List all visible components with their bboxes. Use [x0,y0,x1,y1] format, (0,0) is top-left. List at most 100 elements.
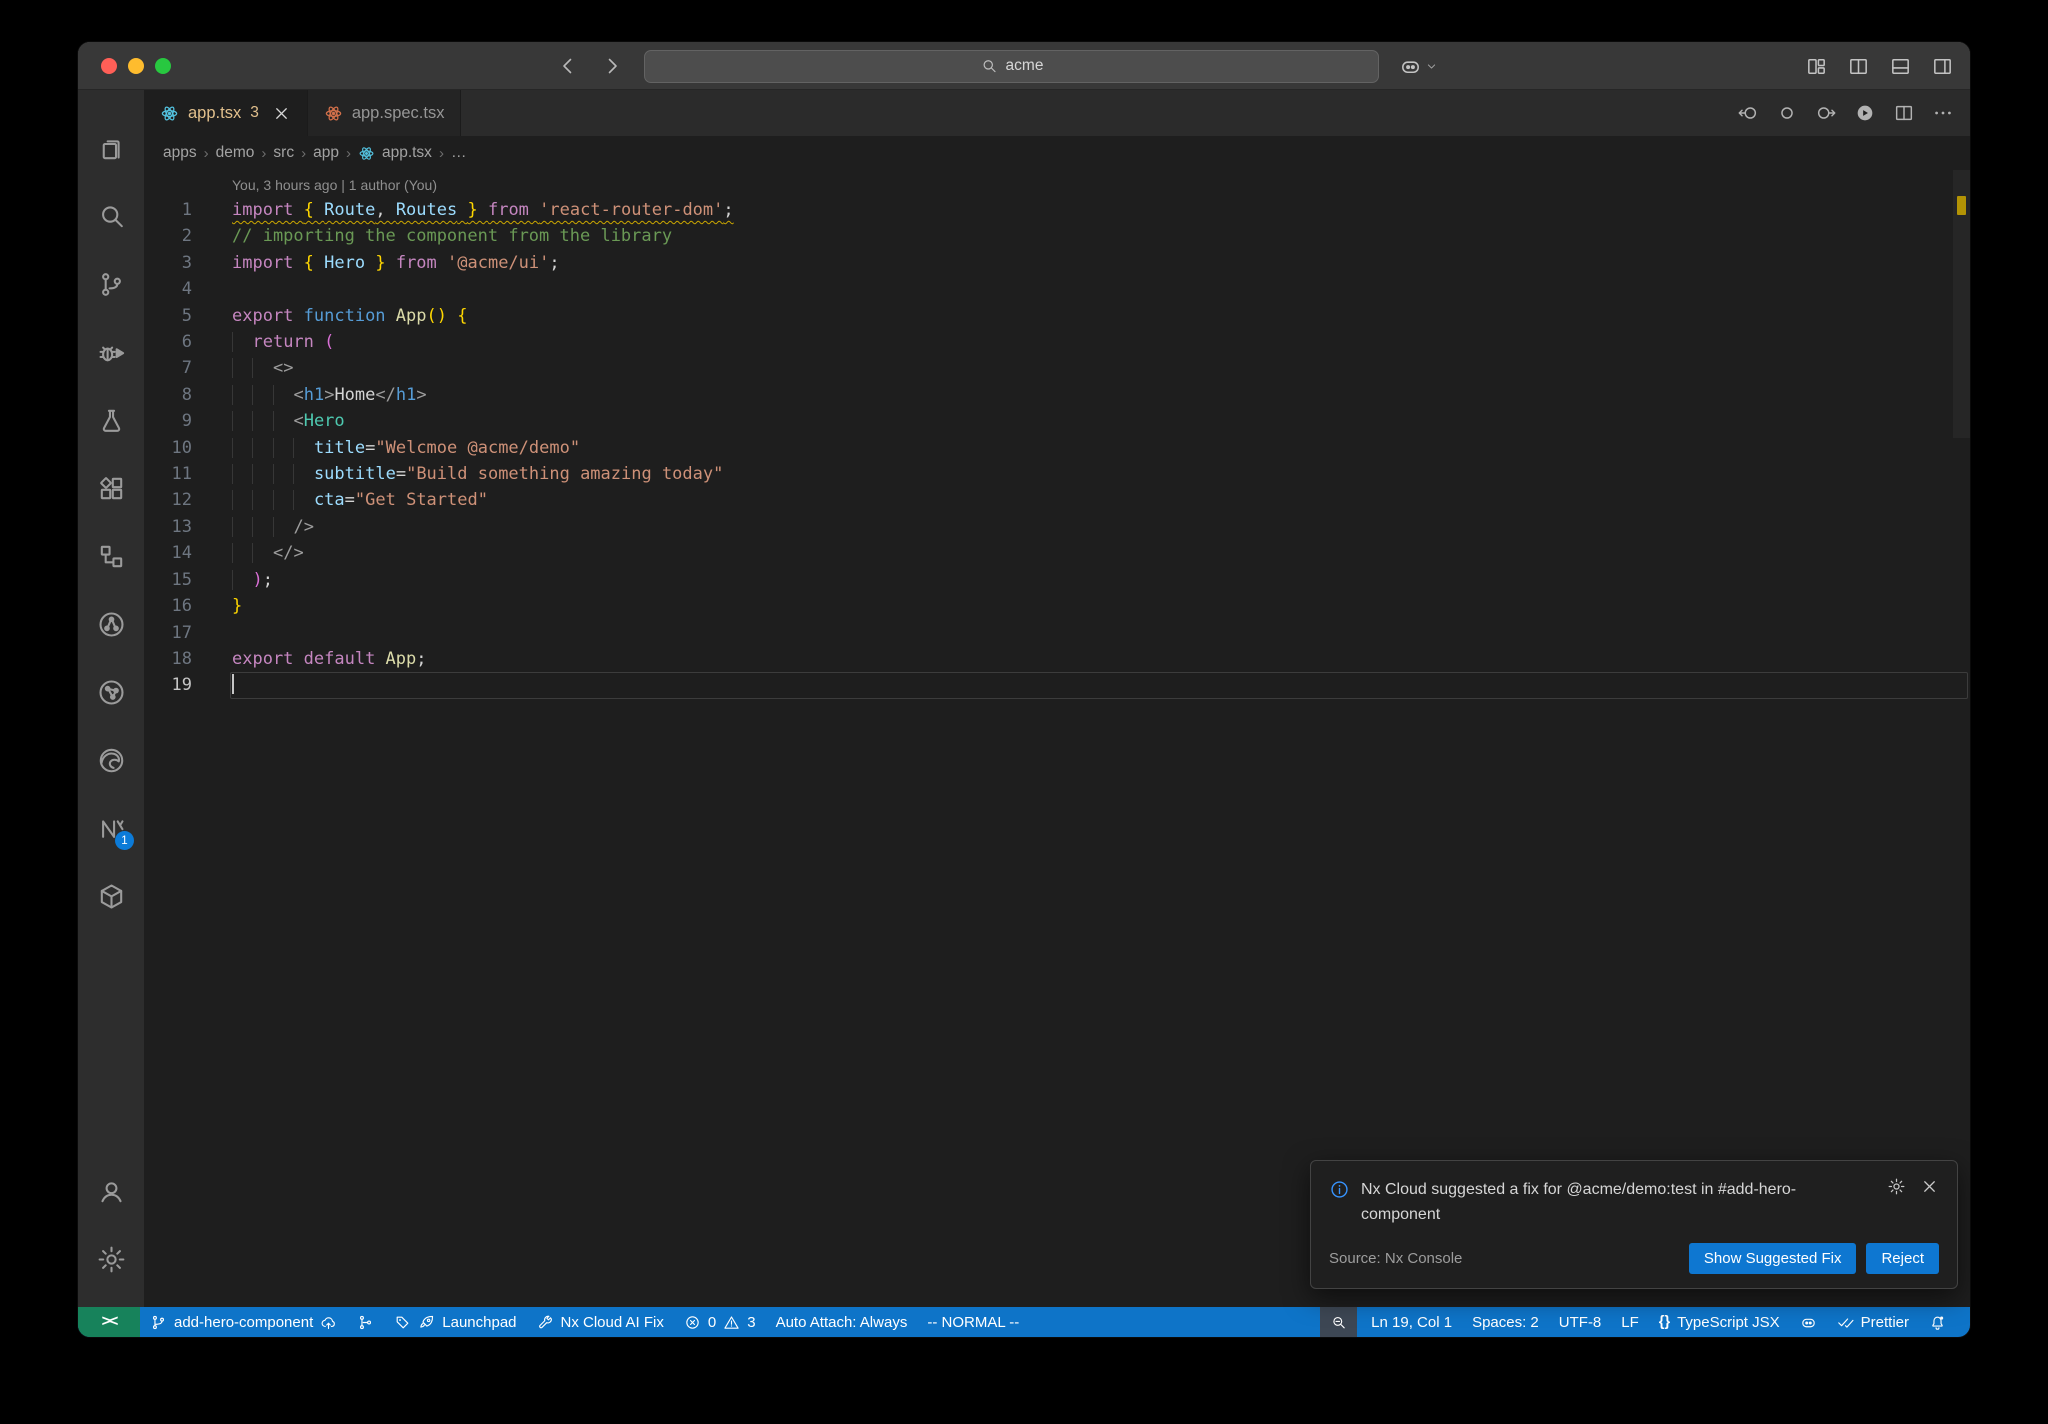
activity-item-beaker[interactable] [78,386,144,454]
cursor-position-item[interactable]: Ln 19, Col 1 [1361,1307,1462,1337]
activity-item-task-graph[interactable] [78,658,144,726]
code-line-13[interactable]: 13 /> [144,514,1970,540]
code-line-10[interactable]: 10 title="Welcmoe @acme/demo" [144,435,1970,461]
code-line-5[interactable]: 5 export function App() { [144,303,1970,329]
split-editor-icon[interactable] [1893,102,1915,124]
editor-scrollbar[interactable] [1953,170,1970,1307]
toggle-secondary-sidebar-icon[interactable] [1931,55,1954,78]
code-line-16[interactable]: 16} [144,593,1970,619]
launchpad-item[interactable]: Launchpad [384,1307,526,1337]
nav-forward-icon[interactable] [600,54,624,78]
zoom-status-item[interactable] [1320,1307,1358,1337]
encoding-item[interactable]: UTF-8 [1549,1307,1612,1337]
line-number[interactable]: 14 [144,540,192,566]
line-number[interactable]: 19 [144,672,192,698]
activity-item-account[interactable] [78,1157,144,1225]
close-window-button[interactable] [101,57,117,74]
code-line-1[interactable]: 1 import { Route, Routes } from 'react-ro… [144,197,1970,223]
command-center-search[interactable]: acme [644,49,1380,83]
auto-attach-item[interactable]: Auto Attach: Always [766,1307,918,1337]
line-number[interactable]: 3 [144,250,192,276]
line-number[interactable]: 4 [144,276,192,302]
code-line-2[interactable]: 2 // importing the component from the lib… [144,223,1970,249]
activity-item-debug[interactable] [78,318,144,386]
formatter-item[interactable]: Prettier [1827,1307,1919,1337]
activity-item-project-graph[interactable] [78,590,144,658]
indentation-item[interactable]: Spaces: 2 [1462,1307,1549,1337]
line-number[interactable]: 1 [144,197,192,223]
copilot-menu[interactable] [1399,55,1439,78]
minimize-window-button[interactable] [128,57,144,74]
gear-icon[interactable] [1887,1177,1906,1196]
code-line-19[interactable]: 19 [144,672,1970,700]
line-number[interactable]: 7 [144,355,192,381]
breadcrumb-item[interactable]: app [313,144,339,162]
code-line-7[interactable]: 7 <> [144,355,1970,381]
code-line-14[interactable]: 14 </> [144,540,1970,566]
code-line-6[interactable]: 6 return ( [144,329,1970,355]
activity-item-references[interactable] [78,522,144,590]
breadcrumb-item[interactable]: demo [216,144,255,162]
git-graph-item[interactable] [347,1307,384,1337]
line-number[interactable]: 18 [144,646,192,672]
more-actions-icon[interactable] [1932,102,1954,124]
line-number[interactable]: 10 [144,435,192,461]
toggle-panel-icon[interactable] [1889,55,1912,78]
zoom-window-button[interactable] [155,57,171,74]
line-number[interactable]: 5 [144,303,192,329]
activity-item-edge[interactable] [78,726,144,794]
language-item[interactable]: {} TypeScript JSX [1649,1307,1790,1337]
line-number[interactable]: 8 [144,382,192,408]
close-icon[interactable] [1920,1177,1939,1196]
breadcrumb-item[interactable]: apps [163,144,197,162]
run-icon[interactable] [1854,102,1876,124]
line-number[interactable]: 9 [144,408,192,434]
eol-item[interactable]: LF [1611,1307,1649,1337]
nx-cloud-fix-item[interactable]: Nx Cloud AI Fix [527,1307,674,1337]
run-forward-icon[interactable] [1815,102,1837,124]
line-number[interactable]: 13 [144,514,192,540]
activity-item-files[interactable] [78,114,144,182]
reject-button[interactable]: Reject [1866,1243,1939,1274]
problems-item[interactable]: 0 3 [674,1307,766,1337]
git-branch-item[interactable]: add-hero-component [140,1307,347,1337]
activity-item-settings[interactable] [78,1225,144,1293]
line-number[interactable]: 2 [144,223,192,249]
code-line-15[interactable]: 15 ); [144,567,1970,593]
line-number[interactable]: 16 [144,593,192,619]
activity-item-package[interactable] [78,862,144,930]
copilot-status-item[interactable] [1790,1307,1827,1337]
run-back-icon[interactable] [1737,102,1759,124]
customize-layout-icon[interactable] [1805,55,1828,78]
vim-mode-item[interactable]: -- NORMAL -- [917,1307,1029,1337]
activity-item-nx[interactable]: 1 [78,794,144,862]
code-line-9[interactable]: 9 <Hero [144,408,1970,434]
show-suggested-fix-button[interactable]: Show Suggested Fix [1688,1243,1857,1274]
activity-item-source-control[interactable] [78,250,144,318]
notifications-item[interactable] [1919,1307,1956,1337]
code-line-17[interactable]: 17 [144,620,1970,646]
activity-item-extensions[interactable] [78,454,144,522]
close-tab-icon[interactable] [272,104,291,123]
line-number[interactable]: 6 [144,329,192,355]
code-line-18[interactable]: 18 export default App; [144,646,1970,672]
breadcrumb-more[interactable]: … [451,144,467,162]
split-editor-icon[interactable] [1847,55,1870,78]
line-number[interactable]: 17 [144,620,192,646]
line-number[interactable]: 15 [144,567,192,593]
tab-app-tsx[interactable]: app.tsx 3 [144,90,308,136]
nav-back-icon[interactable] [556,54,580,78]
titlebar[interactable]: acme [78,42,1970,90]
code-line-11[interactable]: 11 subtitle="Build something amazing tod… [144,461,1970,487]
activity-item-search[interactable] [78,182,144,250]
remote-indicator[interactable]: >< [78,1307,140,1337]
code-line-3[interactable]: 3 import { Hero } from '@acme/ui'; [144,250,1970,276]
code-line-8[interactable]: 8 <h1>Home</h1> [144,382,1970,408]
code-line-12[interactable]: 12 cta="Get Started" [144,487,1970,513]
breadcrumb-item[interactable]: src [273,144,294,162]
code-editor[interactable]: You, 3 hours ago | 1 author (You) 1 impor… [144,170,1970,1307]
code-line-4[interactable]: 4 [144,276,1970,302]
tab-app-spec-tsx[interactable]: app.spec.tsx [307,90,462,136]
line-number[interactable]: 12 [144,487,192,513]
breadcrumb-item[interactable]: app.tsx [382,144,432,162]
